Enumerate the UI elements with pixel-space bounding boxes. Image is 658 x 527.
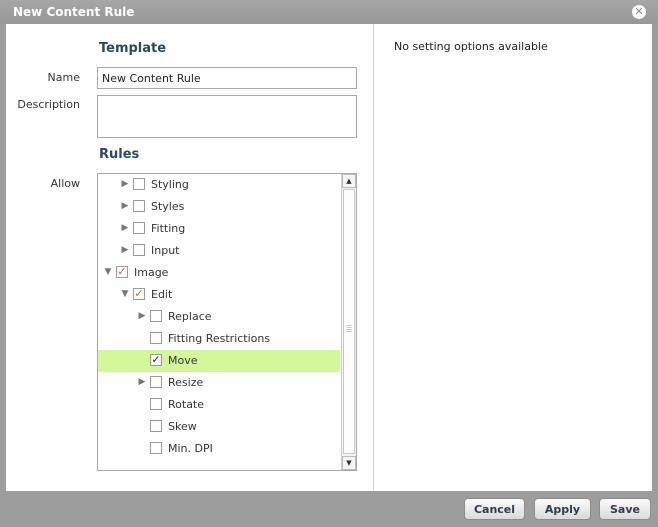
collapse-arrow-icon[interactable]: ▼ (120, 289, 130, 299)
tree-row-label: Move (168, 354, 198, 367)
pane-divider (373, 24, 374, 490)
tree-row-label: Min. DPI (168, 442, 213, 455)
tree-checkbox[interactable] (150, 442, 162, 454)
expand-arrow-icon[interactable]: ▶ (120, 201, 130, 211)
tree-row[interactable]: ▼ ✓ Image (98, 262, 340, 284)
tree-row-label: Fitting Restrictions (168, 332, 271, 345)
tree-row-label: Fitting (151, 222, 186, 235)
tree-checkbox[interactable] (150, 420, 162, 432)
no-settings-text: No setting options available (394, 40, 548, 53)
tree-row[interactable]: Skew (98, 416, 340, 438)
expand-arrow-icon[interactable]: ▶ (120, 245, 130, 255)
tree-checkbox[interactable] (133, 222, 145, 234)
scroll-up-arrow-icon[interactable]: ▲ (342, 174, 356, 188)
grip-icon: — — — — (346, 322, 352, 335)
tree-row-label: Replace (168, 310, 212, 323)
tree-row[interactable]: ▶ Styles (98, 196, 340, 218)
tree-checkbox[interactable] (133, 178, 145, 190)
tree-row-label: Styles (151, 200, 185, 213)
tree-checkbox[interactable] (150, 376, 162, 388)
expand-arrow-icon[interactable]: ▶ (120, 223, 130, 233)
tree-row-label: Resize (168, 376, 204, 389)
close-icon[interactable]: ✕ (632, 5, 646, 19)
tree-row-label: Skew (168, 420, 197, 433)
template-heading: Template (99, 41, 167, 56)
tree-row-label: Styling (151, 178, 189, 191)
tree-row[interactable]: ▶ Input (98, 240, 340, 262)
tree-row-label: Input (151, 244, 180, 257)
tree-row-label: Image (134, 266, 169, 279)
tree-checkbox[interactable]: ✓ (150, 354, 162, 366)
tree-row[interactable]: ▶ Resize (98, 372, 340, 394)
scrollbar-thumb[interactable]: — — — — (343, 189, 355, 454)
expand-arrow-icon[interactable]: ▶ (137, 377, 147, 387)
tree-row[interactable]: ▼ ✓ Edit (98, 284, 340, 306)
apply-button[interactable]: Apply (534, 498, 591, 520)
dialog-title: New Content Rule (13, 5, 135, 19)
name-input[interactable] (97, 67, 357, 89)
dialog-titlebar: New Content Rule ✕ (0, 0, 658, 24)
tree-row-label: Edit (151, 288, 173, 301)
rules-heading: Rules (99, 147, 140, 162)
tree-row[interactable]: Fitting Restrictions (98, 328, 340, 350)
dialog: New Content Rule ✕ Template Name Descrip… (0, 0, 658, 527)
tree-checkbox[interactable]: ✓ (116, 266, 128, 278)
allow-label: Allow (50, 177, 80, 190)
tree-checkbox[interactable] (150, 398, 162, 410)
description-label: Description (17, 98, 80, 111)
tree-row[interactable]: Rotate (98, 394, 340, 416)
collapse-arrow-icon[interactable]: ▼ (103, 267, 113, 277)
dialog-content: Template Name Description Rules Allow Mi… (6, 24, 652, 491)
tree-row[interactable]: ✓ Move (98, 350, 340, 372)
rules-tree[interactable]: Min. DPI Skew Rotate ▶ Resize ✓ Move Fitting Re… (97, 173, 357, 471)
tree-row[interactable]: Min. DPI (98, 438, 340, 460)
expand-arrow-icon[interactable]: ▶ (137, 311, 147, 321)
tree-scrollbar[interactable]: ▲ — — — — ▼ (341, 174, 356, 470)
scroll-down-arrow-icon[interactable]: ▼ (342, 456, 356, 470)
cancel-button[interactable]: Cancel (464, 498, 525, 520)
tree-row[interactable]: ▶ Replace (98, 306, 340, 328)
save-button[interactable]: Save (599, 498, 651, 520)
tree-checkbox[interactable] (133, 200, 145, 212)
expand-arrow-icon[interactable]: ▶ (120, 179, 130, 189)
tree-checkbox[interactable] (150, 310, 162, 322)
tree-checkbox[interactable]: ✓ (133, 288, 145, 300)
tree-row[interactable]: ▶ Fitting (98, 218, 340, 240)
description-input[interactable] (97, 95, 357, 138)
name-label: Name (47, 71, 80, 84)
tree-checkbox[interactable] (133, 244, 145, 256)
tree-row-label: Rotate (168, 398, 205, 411)
tree-row[interactable]: ▶ Styling (98, 174, 340, 196)
tree-checkbox[interactable] (150, 332, 162, 344)
